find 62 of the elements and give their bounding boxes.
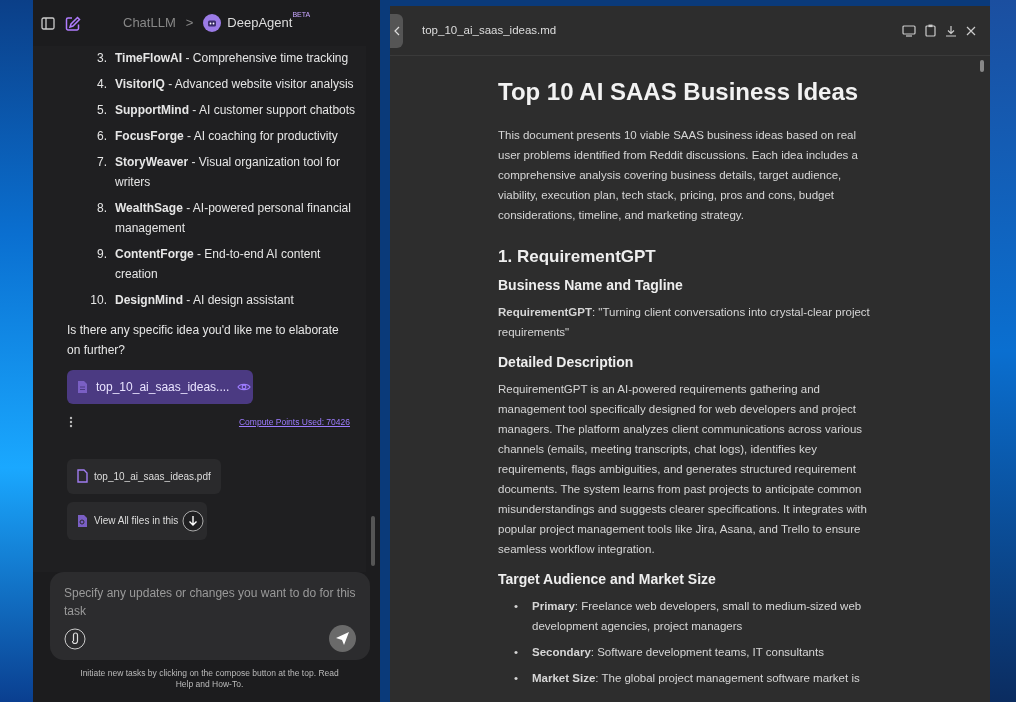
- bullet-item: Primary: Freelance web developers, small to medium-sized web development agencies, project managers: [532, 598, 863, 634]
- list-number: 7.: [96, 154, 108, 171]
- monitor-icon[interactable]: [902, 24, 916, 37]
- list-item-text: FocusForge - AI coaching for productivity: [115, 128, 338, 145]
- list-item-text: DesignMind - AI design assistant: [115, 292, 294, 309]
- file-button[interactable]: top_10_ai_saas_ideas.pdf: [67, 458, 221, 494]
- list-item-text: TimeFlowAI - Comprehensive time tracking: [115, 50, 349, 67]
- robot-avatar-icon: [203, 14, 222, 32]
- list-number: 8.: [96, 200, 108, 217]
- list-item-text: SupportMind - AI customer support chatbots: [115, 102, 356, 119]
- list-number: 5.: [96, 102, 108, 119]
- paragraph: RequirementGPT is an AI-powered requirements gathering and management tool specifically designed for web developers and project managers. The platform analyzes client communications across various channels (emails, meeting transcripts, chat logs), identifies key requirements, flags ambiguities, and generates structured requirement documents. The system learns from past projects to anticipate common misunderstandings and suggests clearer specifications. It integrates with popular project management tools like Jira, Asana, and Trello to ensure seamless workflow integration.: [498, 381, 868, 557]
- file-name: top_10_ai_saas_ideas.md: [422, 22, 558, 38]
- list-number: 4.: [96, 76, 108, 93]
- help-link[interactable]: Help and How-To.: [175, 679, 244, 689]
- list-item-text: WealthSage - AI-powered personal financial management: [115, 200, 352, 237]
- scroll-down-icon[interactable]: [182, 509, 205, 532]
- close-icon[interactable]: [966, 25, 976, 36]
- scrollbar-thumb[interactable]: [371, 516, 375, 566]
- paragraph: This document presents 10 viable SAAS business ideas based on real user problems identified from Reddit discussions. Each idea includes a comprehensive analysis covering business details, target audience, viability, execution plan, tech stack, pricing, pros and cons, budget considerations, timeline, and marketing strategy.: [498, 127, 859, 223]
- file-button[interactable]: View All files in this: [67, 501, 208, 540]
- more-options-icon[interactable]: [69, 416, 73, 429]
- agent-name: DeepAgent: [227, 14, 293, 33]
- breadcrumb-separator: >: [185, 14, 194, 33]
- chat-message: Is there any specific idea you'd like me to elaborate on further?: [67, 322, 340, 359]
- document-icon: [77, 380, 88, 394]
- list-item-text: StoryWeaver - Visual organization tool for writers: [115, 154, 342, 191]
- list-number: 6.: [96, 128, 108, 145]
- subsection-heading: Detailed Description: [498, 354, 635, 371]
- file-icon: [77, 469, 88, 484]
- file-attachment-button[interactable]: top_10_ai_saas_ideas....: [67, 370, 253, 404]
- clipboard-icon[interactable]: [925, 24, 936, 37]
- breadcrumb-link[interactable]: ChatLLM: [123, 13, 176, 33]
- paperclip-icon[interactable]: [64, 627, 86, 650]
- list-item-text: ContentForge - End-to-end AI content creation: [115, 246, 322, 283]
- list-number: 3.: [96, 50, 108, 67]
- list-number: 9.: [96, 246, 108, 263]
- eye-icon[interactable]: [237, 382, 252, 392]
- document-title: Top 10 AI SAAS Business Ideas: [498, 78, 860, 107]
- bullet-marker: •: [514, 598, 520, 614]
- bullet-item: Secondary: Software development teams, IT consultants: [532, 644, 824, 660]
- sidebar-toggle-icon[interactable]: [41, 16, 55, 30]
- bullet-marker: •: [514, 644, 520, 660]
- compose-icon[interactable]: [65, 15, 81, 31]
- compute-points-link[interactable]: Compute Points Used: 70426: [238, 416, 350, 429]
- file-search-icon: [77, 513, 88, 528]
- help-text: Initiate new tasks by clicking on the compose button at the top. Read Help and How-To.: [79, 667, 340, 691]
- message-input[interactable]: Specify any updates or changes you want to do for this task: [64, 584, 356, 624]
- send-icon[interactable]: [329, 625, 356, 652]
- document-scrollbar[interactable]: [980, 60, 984, 72]
- download-icon[interactable]: [945, 24, 957, 37]
- message-composer[interactable]: Specify any updates or changes you want to do for this task: [50, 572, 370, 660]
- chevron-left-icon: [393, 25, 400, 36]
- list-number: 10.: [89, 292, 108, 309]
- paragraph: RequirementGPT: "Turning client conversations into crystal-clear project requirements": [498, 305, 870, 340]
- section-heading: 1. RequirementGPT: [498, 246, 657, 268]
- bullet-item: Market Size: The global project management software market is: [532, 670, 860, 686]
- subsection-heading: Target Audience and Market Size: [498, 570, 717, 588]
- list-item-text: VisitorIQ - Advanced website visitor analysis: [115, 76, 354, 93]
- bullet-marker: •: [514, 670, 520, 686]
- subsection-heading: Business Name and Tagline: [498, 277, 684, 294]
- collapse-panel-button[interactable]: [390, 13, 403, 48]
